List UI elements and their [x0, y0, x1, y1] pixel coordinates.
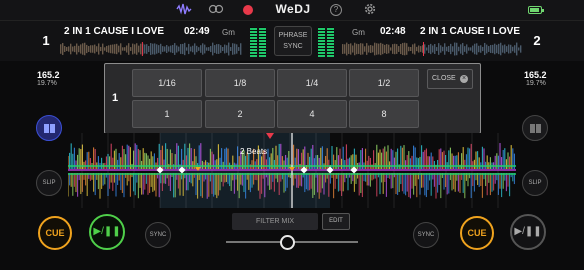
deck1-time: 02:49 — [184, 26, 210, 37]
deck2-pitch: 19.7% — [526, 80, 546, 87]
record-icon[interactable] — [243, 5, 253, 15]
deck2-number: 2 — [533, 33, 541, 48]
deck2-bpm: 165.2 — [524, 70, 547, 80]
deck2-cue-button[interactable]: CUE — [460, 216, 494, 250]
deck1-pad-mode-button[interactable] — [36, 115, 62, 141]
beat-jump-8-button[interactable]: 8 — [349, 100, 419, 128]
close-icon: × — [460, 75, 468, 83]
deck1-track-title: 2 IN 1 CAUSE I LOVE — [64, 26, 165, 37]
beat-jump-1-button[interactable]: 1 — [132, 100, 202, 128]
deck1-number: 1 — [42, 33, 50, 48]
beat-jump-1-2-button[interactable]: 1/2 — [349, 69, 419, 97]
deck1-bpm: 165.2 — [37, 70, 60, 80]
beat-jump-1-8-button[interactable]: 1/8 — [205, 69, 275, 97]
phrase-sync-line1: PHRASE — [278, 32, 308, 39]
deck2-slip-button[interactable]: SLIP — [522, 170, 548, 196]
deck2-pad-mode-icon — [530, 124, 541, 133]
deck2-key: Gm — [352, 28, 365, 37]
deck1-pitch: 19.7% — [37, 80, 57, 87]
deck1-cue-button[interactable]: CUE — [38, 216, 72, 250]
deck2-level-meter — [318, 27, 336, 57]
help-icon[interactable]: ? — [330, 4, 342, 16]
main-waveform[interactable]: 2 Beats — [68, 133, 516, 208]
beat-jump-1-16-button[interactable]: 1/16 — [132, 69, 202, 97]
deck1-play-pause-button[interactable]: ▶/❚❚ — [89, 214, 125, 250]
beat-jump-panel: 1 1/16 1/8 1/4 1/2 1 2 4 8 CLOSE × — [104, 63, 481, 134]
phrase-sync-line2: SYNC — [283, 43, 303, 50]
filter-mix-label[interactable]: FILTER MIX — [232, 213, 318, 230]
deck2-pad-mode-button[interactable] — [522, 115, 548, 141]
headphones-icon[interactable] — [208, 3, 224, 17]
deck1-sync-button[interactable]: SYNC — [145, 222, 171, 248]
close-button[interactable]: CLOSE × — [427, 69, 473, 89]
beat-jump-4-button[interactable]: 4 — [277, 100, 347, 128]
deck1-pad-mode-icon — [44, 124, 55, 133]
deck2-overview-waveform[interactable] — [342, 42, 522, 56]
deck2-time: 02:48 — [380, 26, 406, 37]
deck1-slip-button[interactable]: SLIP — [36, 170, 62, 196]
deck1-overview-waveform[interactable] — [60, 42, 242, 56]
loop-length-label: 2 Beats — [240, 147, 268, 156]
deck2-play-pause-button[interactable]: ▶/❚❚ — [510, 214, 546, 250]
top-bar: WeDJ ? — [0, 0, 584, 21]
deck2-track-title: 2 IN 1 CAUSE I LOVE — [420, 26, 521, 37]
beat-jump-1-4-button[interactable]: 1/4 — [277, 69, 347, 97]
beat-jump-deck-number: 1 — [112, 92, 119, 104]
edit-button[interactable]: EDIT — [322, 213, 350, 230]
deck1-key: Gm — [222, 28, 235, 37]
beat-jump-2-button[interactable]: 2 — [205, 100, 275, 128]
waveform-icon[interactable] — [176, 3, 192, 17]
settings-icon[interactable] — [362, 3, 378, 17]
deck1-level-meter — [250, 27, 268, 57]
close-label: CLOSE — [432, 75, 456, 82]
battery-icon — [528, 6, 544, 14]
deck-header: 1 2 IN 1 CAUSE I LOVE 02:49 Gm PHRASE SY… — [0, 21, 584, 61]
app-title: WeDJ — [275, 2, 311, 16]
deck2-sync-button[interactable]: SYNC — [413, 222, 439, 248]
phrase-sync-button[interactable]: PHRASE SYNC — [274, 26, 312, 56]
crossfader-knob[interactable] — [280, 235, 295, 250]
